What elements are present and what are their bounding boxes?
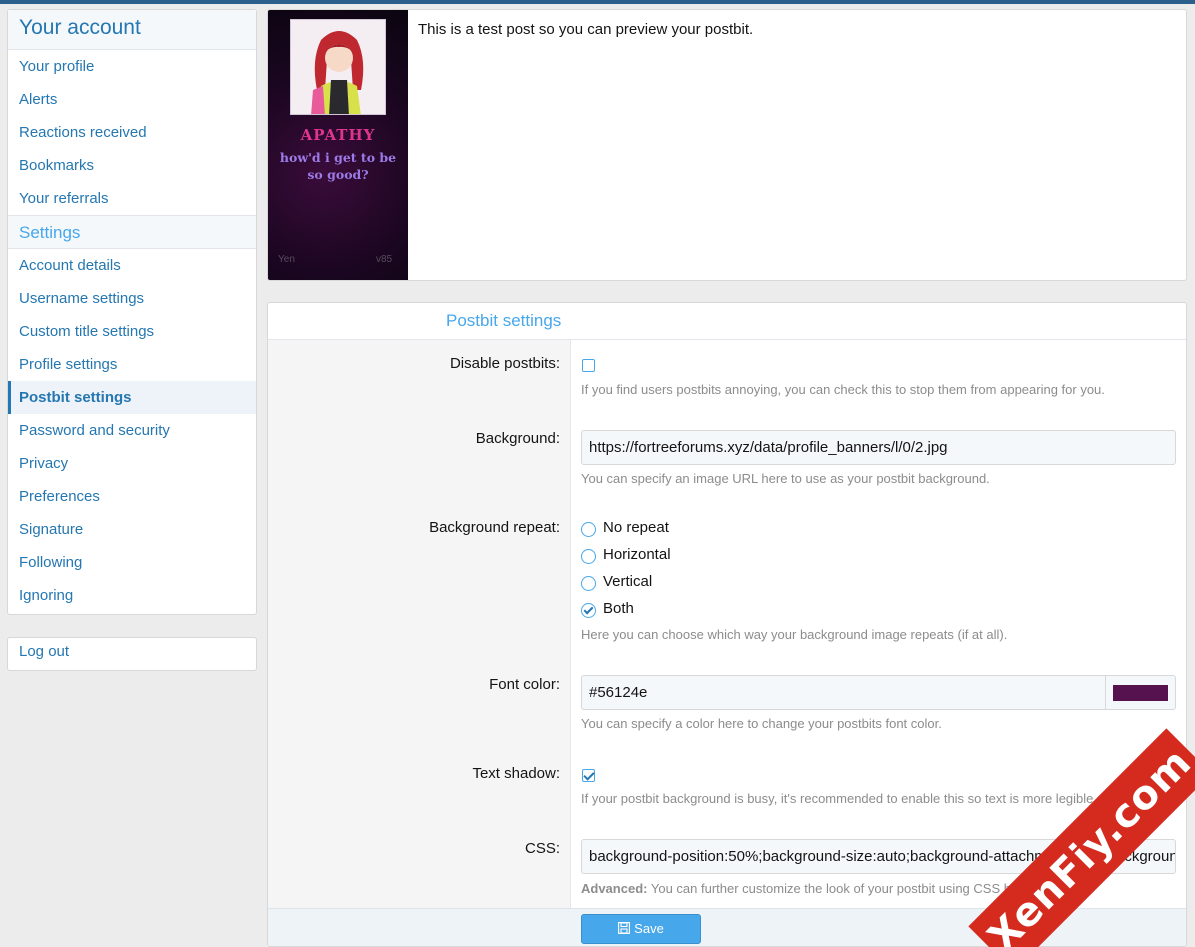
nav-item-your-referrals[interactable]: Your referrals — [8, 182, 256, 215]
font-color-hint: You can specify a color here to change y… — [581, 716, 942, 731]
radio-horizontal[interactable] — [581, 549, 596, 564]
nav-item-ignoring[interactable]: Ignoring — [8, 579, 256, 612]
radio-label-both[interactable]: Both — [603, 600, 634, 617]
radio-both[interactable] — [581, 603, 596, 618]
nav-item-preferences[interactable]: Preferences — [8, 480, 256, 513]
avatar — [290, 19, 386, 115]
nav-header-your-account[interactable]: Your account — [8, 10, 256, 50]
banner-title: APATHY — [300, 126, 376, 144]
nav-item-password-and-security[interactable]: Password and security — [8, 414, 256, 447]
postbit-preview: APATHY how'd i get to be so good? Yen v8… — [267, 9, 1187, 281]
font-color-label: Font color: — [489, 676, 560, 693]
nav-item-privacy[interactable]: Privacy — [8, 447, 256, 480]
nav-item-custom-title-settings[interactable]: Custom title settings — [8, 315, 256, 348]
form-footer: Save — [268, 908, 1186, 946]
nav-item-signature[interactable]: Signature — [8, 513, 256, 546]
background-url-input[interactable]: https://fortreeforums.xyz/data/profile_b… — [581, 430, 1176, 465]
nav-item-following[interactable]: Following — [8, 546, 256, 579]
css-hint-advanced: Advanced: — [581, 881, 648, 896]
background-repeat-hint: Here you can choose which way your backg… — [581, 627, 1008, 642]
font-color-input[interactable]: #56124e — [581, 675, 1106, 710]
form-title: Postbit settings — [446, 311, 562, 330]
nav-item-reactions-received[interactable]: Reactions received — [8, 116, 256, 149]
radio-label-horizontal[interactable]: Horizontal — [603, 546, 671, 563]
disable-postbits-checkbox[interactable] — [582, 359, 595, 372]
text-shadow-hint: If your postbit background is busy, it's… — [581, 791, 1098, 806]
nav-item-your-profile[interactable]: Your profile — [8, 50, 256, 83]
nav-item-alerts[interactable]: Alerts — [8, 83, 256, 116]
form-header: Postbit settings — [268, 303, 1186, 340]
logout-link[interactable]: Log out — [7, 637, 257, 671]
banner-line-1: how'd i get to be — [279, 150, 397, 165]
label-column — [268, 340, 571, 910]
nav-header-settings: Settings — [8, 215, 256, 249]
color-picker-button[interactable] — [1106, 675, 1176, 710]
top-bar — [0, 0, 1195, 4]
text-shadow-label: Text shadow: — [472, 765, 560, 782]
account-nav: Your account Your profile Alerts Reactio… — [7, 9, 257, 615]
radio-label-no-repeat[interactable]: No repeat — [603, 519, 669, 536]
css-hint-text: You can further customize the look of yo… — [650, 881, 1034, 896]
radio-label-vertical[interactable]: Vertical — [603, 573, 652, 590]
text-shadow-checkbox[interactable] — [582, 769, 595, 782]
css-input[interactable]: background-position:50%;background-size:… — [581, 839, 1176, 874]
post-text: This is a test post so you can preview y… — [418, 21, 754, 38]
disable-postbits-label: Disable postbits: — [449, 355, 560, 372]
postbit-settings-form: Postbit settings Disable postbits: If yo… — [267, 302, 1187, 947]
nav-item-profile-settings[interactable]: Profile settings — [8, 348, 256, 381]
save-button[interactable]: Save — [581, 914, 701, 944]
background-repeat-label: Background repeat: — [429, 519, 560, 536]
radio-no-repeat[interactable] — [581, 522, 596, 537]
save-label: Save — [634, 921, 664, 936]
banner-right-text: v85 — [376, 254, 393, 265]
css-hint: Advanced: You can further customize the … — [581, 881, 1033, 896]
nav-item-account-details[interactable]: Account details — [8, 249, 256, 282]
background-hint: You can specify an image URL here to use… — [581, 471, 990, 486]
avatar-illustration — [291, 20, 385, 114]
banner-left-text: Yen — [278, 254, 295, 265]
radio-vertical[interactable] — [581, 576, 596, 591]
nav-item-username-settings[interactable]: Username settings — [8, 282, 256, 315]
banner-line-2: so good? — [307, 167, 369, 182]
css-label: CSS: — [524, 840, 560, 857]
nav-item-postbit-settings[interactable]: Postbit settings — [8, 381, 256, 414]
postbit-banner: APATHY how'd i get to be so good? Yen v8… — [268, 10, 408, 280]
color-swatch — [1113, 685, 1168, 701]
disable-postbits-hint: If you find users postbits annoying, you… — [581, 382, 1105, 397]
save-icon — [618, 921, 631, 935]
nav-item-bookmarks[interactable]: Bookmarks — [8, 149, 256, 182]
background-label: Background: — [475, 430, 560, 447]
